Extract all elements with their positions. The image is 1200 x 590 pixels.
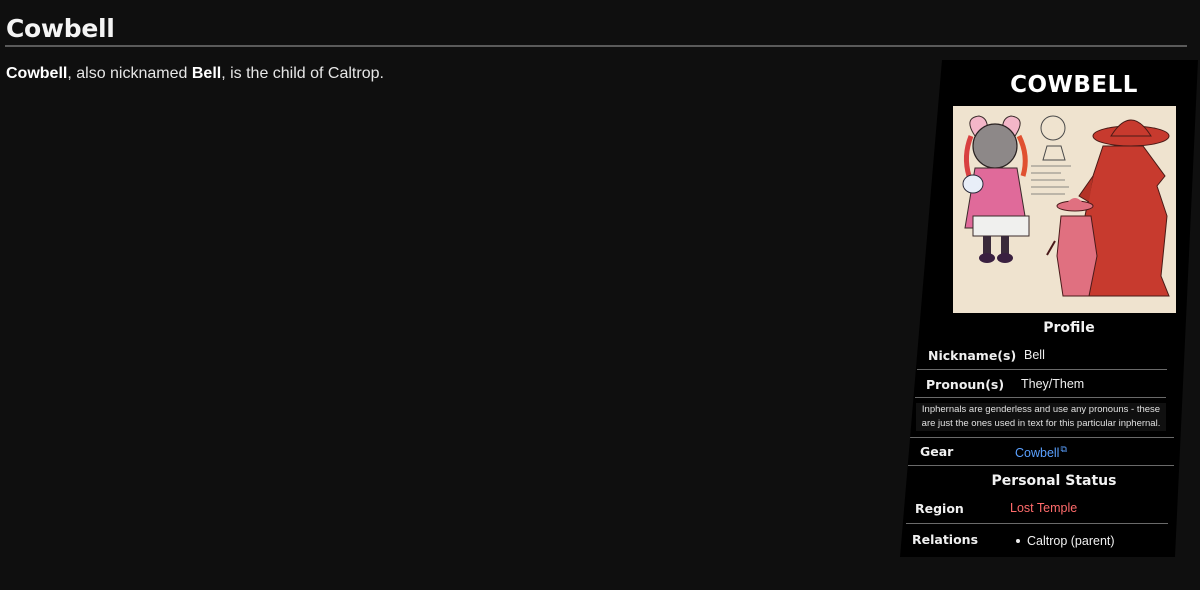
region-link[interactable]: Lost Temple (1010, 501, 1077, 515)
pronouns-label: Pronoun(s) (926, 377, 1005, 392)
infobox-title: COWBELL (1010, 72, 1138, 98)
gear-link-text[interactable]: Cowbell (1015, 446, 1059, 460)
pronouns-row: Pronoun(s) They/Them (900, 377, 1198, 397)
row-divider (917, 369, 1167, 370)
row-divider (908, 465, 1174, 466)
character-art-illustration (953, 106, 1176, 313)
row-divider (915, 397, 1166, 398)
region-label: Region (915, 501, 964, 516)
external-link-icon: ⧉ (1060, 444, 1067, 454)
relations-row: Relations Caltrop (parent) (900, 532, 1198, 552)
intro-paragraph: Cowbell, also nicknamed Bell, is the chi… (6, 65, 384, 83)
relations-label: Relations (912, 532, 979, 547)
intro-text-1: , also nicknamed (67, 65, 192, 82)
character-infobox: COWBELL Profile Nickname(s) Bell Pronoun… (900, 60, 1198, 557)
relation-link[interactable]: Caltrop (parent) (1027, 534, 1115, 548)
intro-name: Cowbell (6, 65, 68, 82)
region-row: Region Lost Temple (900, 501, 1198, 521)
personal-status-section-header: Personal Status (991, 473, 1117, 489)
title-divider (5, 45, 1187, 47)
nicknames-label: Nickname(s) (928, 348, 1017, 363)
gear-row: Gear Cowbell⧉ (900, 444, 1198, 464)
intro-text-2: , is the child of Caltrop. (221, 65, 384, 82)
profile-section-header: Profile (1043, 320, 1095, 336)
page-title: Cowbell (6, 14, 115, 43)
intro-nickname: Bell (191, 65, 222, 82)
row-divider (906, 523, 1168, 524)
relations-list-item: Caltrop (parent) (1016, 534, 1115, 548)
nicknames-value: Bell (1024, 348, 1045, 362)
pronoun-note: Inphernals are genderless and use any pr… (916, 403, 1166, 431)
nicknames-row: Nickname(s) Bell (900, 348, 1198, 368)
gear-label: Gear (920, 444, 954, 459)
gear-link[interactable]: Cowbell⧉ (1015, 444, 1067, 460)
character-image[interactable] (953, 106, 1176, 313)
row-divider (910, 437, 1174, 438)
bullet-icon (1016, 538, 1020, 543)
pronouns-value: They/Them (1021, 377, 1085, 391)
